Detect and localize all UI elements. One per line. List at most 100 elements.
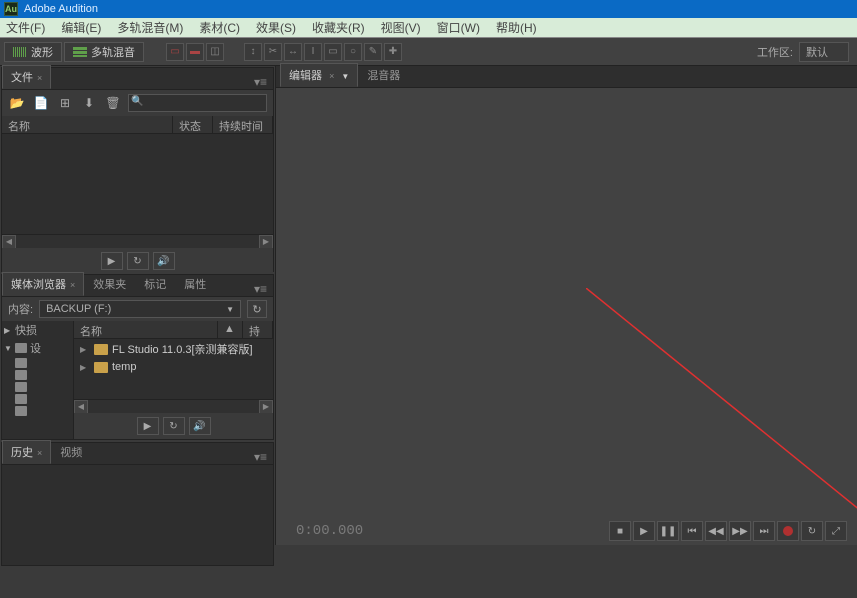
play-button[interactable]: ▶	[633, 521, 655, 541]
loop-button[interactable]: ↻	[163, 417, 185, 435]
tool-2[interactable]: ▬	[186, 43, 204, 61]
close-icon[interactable]: ×	[37, 73, 42, 83]
menu-multitrack[interactable]: 多轨混音(M)	[117, 19, 183, 36]
panel-menu-icon[interactable]: ▾≡	[248, 450, 273, 464]
razor-tool[interactable]: ✂	[264, 43, 282, 61]
main-toolbar: 波形 多轨混音 ▭ ▬ ◫ ↕ ✂ ↔ I ▭ ○ ✎ ✚	[0, 38, 857, 66]
tree-drive[interactable]: ▼设	[2, 339, 73, 357]
scroll-right-icon[interactable]: ▶	[259, 400, 273, 414]
play-preview-button[interactable]: ▶	[137, 417, 159, 435]
list-item[interactable]: ▶ temp	[74, 359, 273, 375]
menu-clip[interactable]: 素材(C)	[199, 19, 240, 36]
files-list-body	[2, 134, 273, 234]
multitrack-view-button[interactable]: 多轨混音	[64, 42, 144, 62]
drive-icon	[15, 343, 27, 353]
forward-button[interactable]: ▶▶	[729, 521, 751, 541]
transport-controls: ■ ▶ ❚❚ ⏮ ◀◀ ▶▶ ⏭ ↻ ⤢	[609, 521, 847, 541]
menu-effects[interactable]: 效果(S)	[256, 19, 296, 36]
time-select-tool[interactable]: I	[304, 43, 322, 61]
loop-button[interactable]: ↻	[127, 252, 149, 270]
menu-bar: 文件(F) 编辑(E) 多轨混音(M) 素材(C) 效果(S) 收藏夹(R) 视…	[0, 18, 857, 38]
brush-tool[interactable]: ✎	[364, 43, 382, 61]
open-file-icon[interactable]: 📂	[8, 95, 26, 111]
scroll-right-icon[interactable]: ▶	[259, 235, 273, 249]
import-icon[interactable]: ⊞	[56, 95, 74, 111]
scroll-left-icon[interactable]: ◀	[2, 235, 16, 249]
title-bar: Au Adobe Audition	[0, 0, 857, 18]
scroll-left-icon[interactable]: ◀	[74, 400, 88, 414]
files-panel: 文件× ▾≡ 📂 📄 ⊞ ⬇ 🗑 名称 状态 持续时间 ◀ ▶	[1, 67, 274, 272]
menu-view[interactable]: 视图(V)	[381, 19, 421, 36]
menu-edit[interactable]: 编辑(E)	[61, 19, 101, 36]
lasso-tool[interactable]: ○	[344, 43, 362, 61]
col-up[interactable]: ▲	[218, 321, 243, 338]
tool-1[interactable]: ▭	[166, 43, 184, 61]
tab-markers[interactable]: 标记	[135, 272, 175, 296]
col-name[interactable]: 名称	[74, 321, 218, 338]
menu-file[interactable]: 文件(F)	[6, 19, 45, 36]
col-duration[interactable]: 持	[243, 321, 273, 338]
tab-history[interactable]: 历史×	[2, 440, 51, 464]
panel-menu-icon[interactable]: ▾≡	[248, 282, 273, 296]
tree-item[interactable]	[2, 381, 73, 393]
editor-canvas[interactable]: 0:00.000 ■ ▶ ❚❚ ⏮ ◀◀ ▶▶ ⏭ ↻ ⤢	[276, 88, 857, 545]
menu-favorites[interactable]: 收藏夹(R)	[312, 19, 365, 36]
new-file-icon[interactable]: 📄	[32, 95, 50, 111]
history-body	[2, 465, 273, 565]
tab-files[interactable]: 文件×	[2, 65, 51, 89]
close-icon[interactable]: ×	[37, 448, 42, 458]
waveform-view-button[interactable]: 波形	[4, 42, 62, 62]
content-dropdown[interactable]: BACKUP (F:) ▼	[39, 300, 241, 318]
record-button[interactable]	[777, 521, 799, 541]
delete-icon[interactable]: 🗑	[104, 95, 122, 111]
close-icon[interactable]: ×	[70, 280, 75, 290]
close-icon[interactable]: ×	[329, 71, 334, 81]
heal-tool[interactable]: ✚	[384, 43, 402, 61]
tree-item[interactable]	[2, 369, 73, 381]
autoplay-button[interactable]: 🔊	[189, 417, 211, 435]
slip-tool[interactable]: ↔	[284, 43, 302, 61]
marquee-tool[interactable]: ▭	[324, 43, 342, 61]
move-tool[interactable]: ↕	[244, 43, 262, 61]
scrollbar-horizontal[interactable]: ◀ ▶	[74, 399, 273, 413]
history-panel: 历史× 视频 ▾≡	[1, 442, 274, 566]
loop-playback-button[interactable]: ↻	[801, 521, 823, 541]
tree-item[interactable]	[2, 405, 73, 417]
tree-item[interactable]	[2, 357, 73, 369]
folder-icon	[94, 344, 108, 355]
stop-button[interactable]: ■	[609, 521, 631, 541]
expand-icon[interactable]: ▶	[80, 345, 90, 354]
list-item[interactable]: ▶ FL Studio 11.0.3[亲测兼容版]	[74, 339, 273, 359]
tree-item[interactable]	[2, 393, 73, 405]
col-duration[interactable]: 持续时间	[213, 116, 273, 133]
tab-media-browser[interactable]: 媒体浏览器×	[2, 272, 84, 296]
tab-video[interactable]: 视频	[51, 440, 91, 464]
workspace-dropdown[interactable]: 默认	[799, 42, 849, 62]
media-browser-panel: 媒体浏览器× 效果夹 标记 属性 ▾≡ 内容: BACKUP (F:) ▼ ↻ …	[1, 274, 274, 440]
pause-button[interactable]: ❚❚	[657, 521, 679, 541]
tab-effects-rack[interactable]: 效果夹	[84, 272, 135, 296]
menu-window[interactable]: 窗口(W)	[437, 19, 480, 36]
tab-properties[interactable]: 属性	[175, 272, 215, 296]
play-preview-button[interactable]: ▶	[101, 252, 123, 270]
menu-help[interactable]: 帮助(H)	[496, 19, 537, 36]
skip-forward-button[interactable]: ⏭	[753, 521, 775, 541]
tab-editor[interactable]: 编辑器 × ▼	[280, 63, 358, 87]
skip-selection-button[interactable]: ⤢	[825, 521, 847, 541]
insert-icon[interactable]: ⬇	[80, 95, 98, 111]
chevron-down-icon[interactable]: ▼	[341, 72, 349, 81]
search-input[interactable]	[128, 94, 267, 112]
scrollbar-horizontal[interactable]: ◀ ▶	[2, 234, 273, 248]
expand-icon[interactable]: ▶	[80, 363, 90, 372]
col-name[interactable]: 名称	[2, 116, 173, 133]
refresh-button[interactable]: ↻	[247, 300, 267, 318]
tree-root[interactable]: ▶快损	[2, 321, 73, 339]
col-status[interactable]: 状态	[173, 116, 213, 133]
panel-menu-icon[interactable]: ▾≡	[248, 75, 273, 89]
tab-mixer[interactable]: 混音器	[358, 63, 409, 87]
rewind-button[interactable]: ◀◀	[705, 521, 727, 541]
skip-back-button[interactable]: ⏮	[681, 521, 703, 541]
app-title: Adobe Audition	[24, 3, 98, 15]
autoplay-button[interactable]: 🔊	[153, 252, 175, 270]
tool-3[interactable]: ◫	[206, 43, 224, 61]
